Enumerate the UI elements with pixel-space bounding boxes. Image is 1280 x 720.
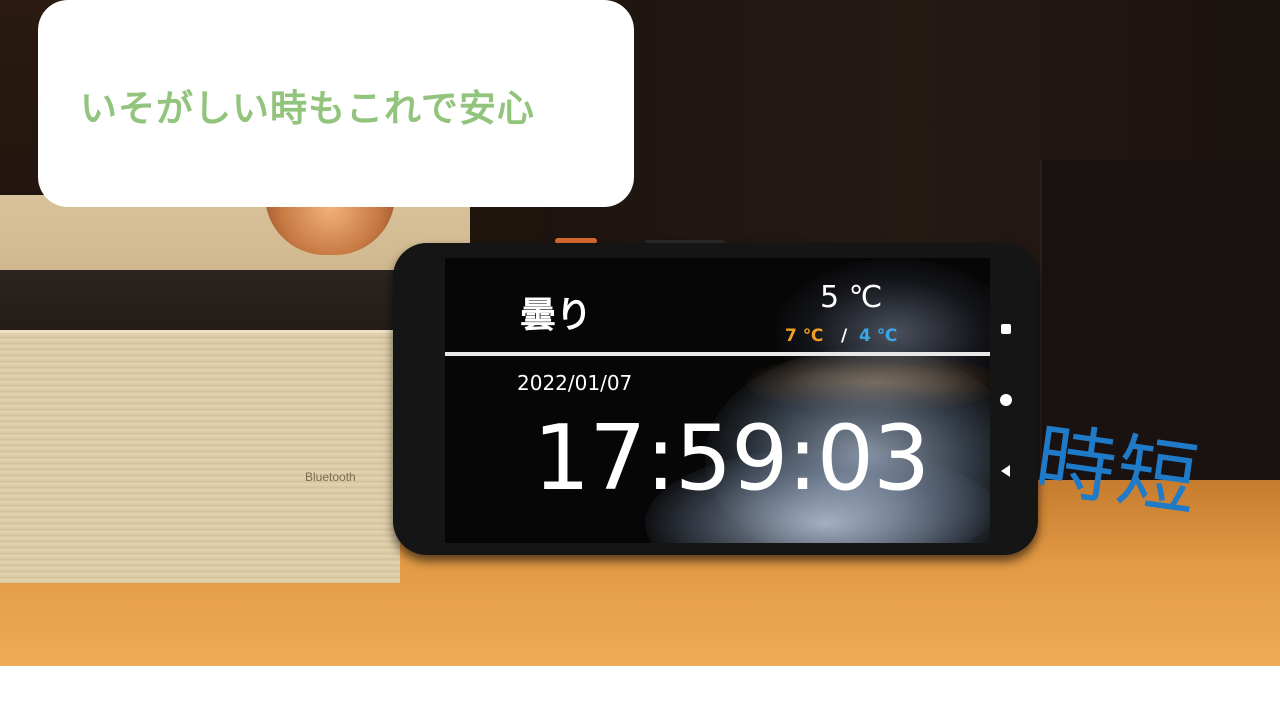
weather-condition: 曇り bbox=[520, 295, 593, 336]
side-label: 時短 bbox=[1029, 412, 1205, 528]
caption-text: いそがしい時もこれで安心 bbox=[80, 87, 535, 130]
phone-nav-bar bbox=[997, 320, 1017, 490]
circle-icon[interactable] bbox=[1000, 394, 1012, 406]
clock-time: 17:59:03 bbox=[533, 406, 930, 511]
back-triangle-icon[interactable] bbox=[1001, 465, 1010, 477]
date-display: 2022/01/07 bbox=[517, 371, 633, 395]
current-temperature: 5 ℃ bbox=[820, 280, 883, 315]
temperature-high: 7 ℃ bbox=[785, 326, 824, 346]
square-icon[interactable] bbox=[1001, 324, 1011, 334]
temperature-low: 4 ℃ bbox=[859, 326, 898, 346]
phone-screen: 曇り 5 ℃ 7 ℃ / 4 ℃ 2022/01/07 17:59:03 bbox=[445, 258, 990, 543]
speaker-body bbox=[0, 330, 400, 583]
temperature-separator: / bbox=[841, 326, 848, 346]
bluetooth-label: Bluetooth bbox=[305, 470, 356, 484]
divider-line bbox=[445, 352, 990, 356]
